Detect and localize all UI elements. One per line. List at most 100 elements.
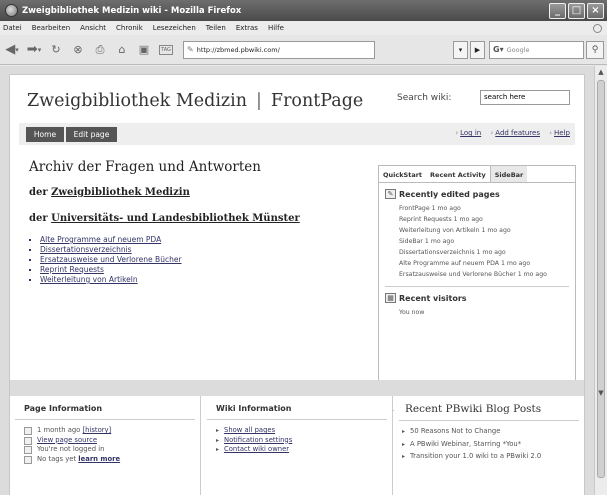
wiki-search-input[interactable]: search here bbox=[480, 90, 570, 105]
save-icon: ▣ bbox=[138, 43, 150, 56]
navigation-toolbar: ◀ ▾ ➡ ▾ ↻ ⊗ ⎙ ⌂ ▣ TAG ✎ http://zbmed.pbwik… bbox=[0, 35, 607, 65]
reload-icon: ↻ bbox=[51, 43, 61, 56]
tab-recent-activity[interactable]: Recent Activity bbox=[426, 166, 490, 182]
add-features-link[interactable]: Add features bbox=[495, 129, 540, 137]
notification-settings-link[interactable]: Notification settings bbox=[224, 436, 292, 446]
page-information-heading: Page Information bbox=[15, 396, 195, 420]
recent-edit-item[interactable]: FrontPage 1 mo ago bbox=[385, 203, 569, 214]
source-icon bbox=[24, 436, 32, 445]
browser-viewport: Zweigbibliothek Medizin | FrontPage Search… bbox=[0, 66, 594, 495]
home-icon: ⌂ bbox=[118, 43, 126, 56]
wiki-information-heading: Wiki Information bbox=[207, 396, 387, 420]
wiki-header: Zweigbibliothek Medizin | FrontPage Search… bbox=[10, 75, 584, 121]
go-button[interactable]: ▶ bbox=[470, 40, 485, 59]
recent-edit-item[interactable]: Reprint Requests 1 mo ago bbox=[385, 214, 569, 225]
url-dropdown-button[interactable]: ▾ bbox=[453, 40, 468, 59]
tab-sidebar[interactable]: SideBar bbox=[489, 166, 528, 182]
web-search-placeholder: Google bbox=[506, 45, 530, 54]
blog-posts-column: Recent PBwiki Blog Posts ▸ 50 Reasons Not… bbox=[394, 396, 584, 495]
wiki-page: Zweigbibliothek Medizin | FrontPage Search… bbox=[9, 74, 585, 495]
magnifier-icon: ⚲ bbox=[591, 44, 599, 55]
footer-separator bbox=[10, 380, 584, 396]
footer-columns: Page Information 1 month ago [history] V… bbox=[10, 396, 584, 495]
scroll-up-arrow-icon[interactable]: ▲ bbox=[595, 66, 607, 78]
menu-extras[interactable]: Extras bbox=[236, 24, 258, 32]
tag-button[interactable]: TAG bbox=[157, 40, 175, 60]
topic-link[interactable]: Alte Programme auf neuem PDA bbox=[40, 235, 369, 244]
show-all-pages-link[interactable]: Show all pages bbox=[224, 426, 275, 436]
scrollbar-thumb[interactable] bbox=[597, 80, 605, 478]
recent-edit-item[interactable]: Ersatzausweise und Verlorene Bücher 1 mo… bbox=[385, 269, 569, 280]
home-tab[interactable]: Home bbox=[26, 127, 64, 142]
menu-chronik[interactable]: Chronik bbox=[116, 24, 143, 32]
topic-link[interactable]: Reprint Requests bbox=[40, 265, 369, 274]
contact-owner-link[interactable]: Contact wiki owner bbox=[224, 445, 289, 455]
scroll-down-arrow-icon[interactable]: ▼ bbox=[595, 387, 607, 399]
zweigbibliothek-link[interactable]: Zweigbibliothek Medizin bbox=[51, 187, 190, 198]
topic-link[interactable]: Dissertationsverzeichnis bbox=[40, 245, 369, 254]
menu-bar: Datei Bearbeiten Ansicht Chronik Lesezei… bbox=[0, 21, 607, 35]
window-title: Zweigbibliothek Medizin wiki - Mozilla F… bbox=[22, 5, 242, 16]
recent-edit-item[interactable]: SideBar 1 mo ago bbox=[385, 236, 569, 247]
wiki-nav-strip: Home Edit page › Log in › Add features › He… bbox=[19, 123, 575, 145]
print-button[interactable]: ⎙ bbox=[91, 40, 109, 60]
forward-button[interactable]: ➡ ▾ bbox=[25, 40, 43, 60]
blog-posts-heading: Recent PBwiki Blog Posts bbox=[399, 396, 579, 421]
recent-edits-heading: Recently edited pages bbox=[399, 189, 500, 199]
save-button[interactable]: ▣ bbox=[135, 40, 153, 60]
tag-icon: TAG bbox=[159, 44, 173, 55]
user-icon bbox=[24, 446, 32, 454]
recent-edit-item[interactable]: Dissertationsverzeichnis 1 mo ago bbox=[385, 247, 569, 258]
ulb-link[interactable]: Universitäts- und Landesbibliothek Münst… bbox=[51, 213, 300, 224]
topic-link[interactable]: Weiterleitung von Artikeln bbox=[40, 275, 369, 284]
close-button[interactable]: × bbox=[587, 2, 604, 19]
window-titlebar: Zweigbibliothek Medizin wiki - Mozilla F… bbox=[0, 0, 607, 21]
login-status: You're not logged in bbox=[37, 445, 105, 453]
tab-quickstart[interactable]: QuickStart bbox=[379, 166, 427, 182]
blog-post-link[interactable]: 50 Reasons Not to Change bbox=[410, 427, 500, 437]
vertical-scrollbar[interactable]: ▲ ▼ bbox=[594, 66, 607, 495]
maximize-button[interactable]: □ bbox=[568, 2, 585, 19]
menu-teilen[interactable]: Teilen bbox=[206, 24, 226, 32]
sidebar-panel: QuickStart Recent Activity SideBar ✎ Rece… bbox=[378, 165, 576, 411]
blog-post-link[interactable]: A PBwiki Webinar, Starring *You* bbox=[410, 440, 521, 450]
reload-button[interactable]: ↻ bbox=[47, 40, 65, 60]
minimize-button[interactable]: _ bbox=[549, 2, 566, 19]
google-icon: G▾ bbox=[493, 45, 504, 54]
menu-bearbeiten[interactable]: Bearbeiten bbox=[32, 24, 70, 32]
content-subheading-1: der Zweigbibliothek Medizin bbox=[29, 187, 190, 198]
wiki-title: Zweigbibliothek Medizin | FrontPage bbox=[27, 91, 364, 111]
menu-hilfe[interactable]: Hilfe bbox=[268, 24, 284, 32]
print-icon: ⎙ bbox=[95, 42, 105, 56]
menu-ansicht[interactable]: Ansicht bbox=[80, 24, 106, 32]
blog-post-link[interactable]: Transition your 1.0 wiki to a PBwiki 2.0 bbox=[410, 452, 541, 462]
web-search-box[interactable]: G▾ Google bbox=[489, 40, 584, 59]
visitors-icon: ▦ bbox=[385, 293, 396, 303]
address-bar[interactable]: ✎ http://zbmed.pbwiki.com/ bbox=[183, 40, 375, 59]
recent-edit-item[interactable]: Alte Programme auf neuem PDA 1 mo ago bbox=[385, 258, 569, 269]
page-content: Archiv der Fragen und Antworten der Zwei… bbox=[29, 159, 369, 285]
throbber-icon bbox=[593, 23, 602, 33]
back-button[interactable]: ◀ ▾ bbox=[3, 40, 21, 60]
help-link[interactable]: Help bbox=[554, 129, 570, 137]
stop-button[interactable]: ⊗ bbox=[69, 40, 87, 60]
menu-datei[interactable]: Datei bbox=[3, 24, 22, 32]
home-button[interactable]: ⌂ bbox=[113, 40, 131, 60]
web-search-button[interactable]: ⚲ bbox=[586, 40, 604, 59]
stop-icon: ⊗ bbox=[73, 43, 83, 56]
wiki-information-column: Wiki Information ▸ Show all pages ▸ Notifi… bbox=[202, 396, 393, 495]
topic-link[interactable]: Ersatzausweise und Verlorene Bücher bbox=[40, 255, 369, 264]
menu-lesezeichen[interactable]: Lesezeichen bbox=[153, 24, 196, 32]
login-link[interactable]: Log in bbox=[460, 129, 481, 137]
page-information-column: Page Information 1 month ago [history] V… bbox=[10, 396, 201, 495]
history-link[interactable]: [history] bbox=[83, 426, 112, 434]
top-links: › Log in › Add features › Help bbox=[455, 129, 570, 137]
forward-arrow-icon: ➡ bbox=[26, 42, 38, 57]
clock-icon bbox=[24, 427, 32, 435]
site-icon: ✎ bbox=[187, 45, 194, 54]
wiki-search-label: Search wiki: bbox=[397, 93, 452, 103]
view-source-link[interactable]: View page source bbox=[37, 436, 97, 446]
edit-page-tab[interactable]: Edit page bbox=[66, 127, 117, 142]
learn-more-link[interactable]: learn more bbox=[78, 455, 120, 463]
recent-edit-item[interactable]: Weiterleitung von Artikeln 1 mo ago bbox=[385, 225, 569, 236]
